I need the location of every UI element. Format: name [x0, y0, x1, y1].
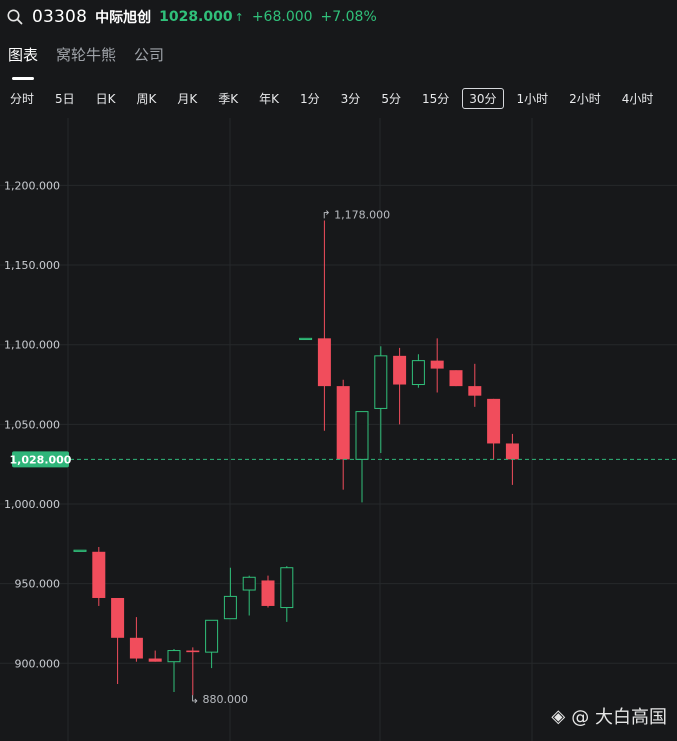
y-tick-label: 1,200.000 [4, 179, 60, 192]
period-selector: 分时 5日 日K 周K 月K 季K 年K 1分 3分 5分 15分 30分 1小时 2小时 4小时 [0, 86, 677, 110]
candle-body [317, 338, 331, 387]
period-6[interactable]: 年K [251, 88, 287, 109]
candle-body [411, 360, 425, 386]
y-tick-label: 1,100.000 [4, 339, 60, 352]
period-14[interactable]: 4小时 [614, 88, 662, 109]
y-tick-label: 900.000 [15, 657, 61, 670]
candle-body [73, 549, 87, 552]
quote-header: 03308 中际旭创 1028.000 ↑ +68.000 +7.08% [0, 0, 677, 34]
candle-body [111, 597, 125, 638]
period-13[interactable]: 2小时 [561, 88, 609, 109]
candle-body [186, 650, 200, 653]
period-12[interactable]: 1小时 [509, 88, 557, 109]
candle-body [374, 355, 388, 409]
period-3[interactable]: 周K [129, 88, 165, 109]
stock-name: 中际旭创 [95, 10, 152, 26]
candle-body [487, 398, 501, 444]
candle-body [205, 619, 219, 653]
candle-body [261, 580, 275, 606]
price-change: +68.000 [251, 9, 313, 25]
tab-2[interactable]: 公司 [134, 44, 164, 74]
candle-body [336, 386, 350, 460]
tab-1[interactable]: 窝轮牛熊 [56, 44, 116, 74]
candle-body [167, 650, 181, 663]
y-tick-label: 950.000 [15, 578, 61, 591]
candle-body [242, 576, 256, 591]
annotation-pointer-icon: ↳ [190, 693, 203, 706]
period-1[interactable]: 5日 [47, 88, 83, 109]
y-tick-label: 1,000.000 [4, 498, 60, 511]
candle-body [430, 360, 444, 369]
period-4[interactable]: 月K [169, 88, 205, 109]
watermark-logo-icon: ◈ [551, 705, 566, 727]
annotation-label: 880.000 [203, 693, 249, 706]
watermark: ◈ @ 大白高国 [551, 703, 667, 729]
period-9[interactable]: 5分 [373, 88, 409, 109]
tab-0[interactable]: 图表 [8, 44, 38, 80]
price-change-percent: +7.08% [320, 9, 377, 25]
candle-body [280, 567, 294, 609]
annotation-label: 1,178.000 [334, 208, 390, 221]
extreme-price-annotation: ↳ 880.000 [190, 693, 248, 706]
candle-body [505, 443, 519, 460]
candlestick-chart[interactable]: 900.000 950.000 1,000.000 1,050.000 1,100.00… [0, 118, 677, 741]
period-7[interactable]: 1分 [292, 88, 328, 109]
candle-body [299, 337, 313, 341]
search-icon[interactable] [6, 8, 24, 26]
candle-body [92, 551, 106, 598]
candle-body [468, 386, 482, 396]
candle-body [148, 658, 162, 662]
stock-code: 03308 [32, 7, 88, 27]
up-arrow-icon: ↑ [234, 10, 244, 24]
candle-body [355, 411, 369, 460]
watermark-text: @ 大白高国 [571, 707, 667, 728]
candle-body [393, 355, 407, 385]
y-tick-label: 1,050.000 [4, 418, 60, 431]
y-tick-label: 1,150.000 [4, 259, 60, 272]
annotation-pointer-icon: ↱ [321, 208, 334, 221]
period-5[interactable]: 季K [210, 88, 246, 109]
extreme-price-annotation: ↱ 1,178.000 [321, 208, 390, 221]
candle-body [129, 637, 143, 659]
content-tabs: 图表 窝轮牛熊 公司 [0, 44, 677, 80]
candle-body [223, 595, 237, 620]
period-11[interactable]: 30分 [462, 87, 504, 109]
candle-body [449, 370, 463, 387]
last-price-label: 1,028.000 [10, 453, 72, 466]
period-8[interactable]: 3分 [333, 88, 369, 109]
period-2[interactable]: 日K [88, 88, 124, 109]
period-10[interactable]: 15分 [414, 88, 457, 109]
period-0[interactable]: 分时 [2, 88, 42, 109]
last-price: 1028.000 [159, 9, 233, 25]
